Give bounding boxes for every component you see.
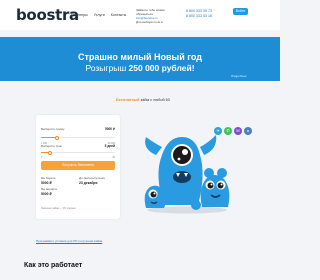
you-take-label: Вы берёте	[41, 176, 56, 180]
banner-subtitle-prefix: Розыгрыш	[85, 63, 127, 73]
how-it-works-title: Как это работает	[24, 262, 83, 269]
amount-value: 5000 ₽	[104, 127, 115, 131]
login-button[interactable]: Войти	[233, 8, 248, 15]
loan-calculator: Выберите сумму 5000 ₽ 1 000 30 000 Выбер…	[36, 115, 120, 219]
calculator-note: Значение займа — 0% годовых	[41, 207, 76, 210]
term-slider-handle[interactable]	[47, 150, 52, 155]
return-label: Вы вернёте	[41, 187, 58, 191]
return-value: 5000 ₽	[41, 192, 52, 196]
until-label: До (включительно)	[79, 176, 106, 180]
phone-list: 8 800 333 30 73 8 800 333 53 16	[186, 9, 212, 19]
small-monster	[200, 168, 230, 207]
banner-subtitle-amount: 250 000 рублей!	[128, 63, 195, 73]
divider	[0, 81, 280, 87]
contact-line: Займите тебе можно обращаться	[136, 8, 165, 16]
mascot-illustration	[144, 135, 230, 214]
contact-info: Займите тебе можно обращаться info@boost…	[136, 8, 180, 24]
banner-details-link[interactable]: Подробнее	[231, 74, 247, 78]
phone-link[interactable]: 8 800 333 53 16	[186, 14, 212, 19]
page: boostra Партнеры Услуги Контакты Займите…	[0, 0, 280, 280]
amount-slider-handle[interactable]	[55, 135, 60, 140]
term-label: Выберите срок	[41, 144, 62, 148]
header: boostra Партнеры Услуги Контакты Займите…	[0, 0, 280, 30]
promo-rest: займ с любой 60	[140, 98, 170, 102]
promo-highlight: Бесплатный	[116, 98, 140, 102]
terms-link[interactable]: Программа и условия для 0% получения зай…	[36, 239, 102, 243]
banner-title: Страшно милый Новый год	[78, 52, 202, 62]
promo-text: Бесплатный займ с любой 60	[116, 98, 170, 102]
amount-slider-track[interactable]	[41, 135, 115, 140]
term-slider-track[interactable]	[41, 150, 115, 155]
main-nav: Партнеры Услуги Контакты	[71, 13, 131, 17]
nav-item-services[interactable]: Услуги	[94, 13, 105, 17]
term-value: 5 дней	[104, 144, 115, 148]
logo[interactable]: boostra	[16, 6, 79, 24]
contact-line: Для выбора поля в	[136, 20, 163, 24]
banner-subtitle: Розыгрыш 250 000 рублей!	[0, 63, 280, 73]
term-max-tick: 30	[112, 156, 115, 159]
until-value: 23 декабря	[79, 181, 98, 185]
nav-item-partners[interactable]: Партнеры	[71, 13, 88, 17]
nav-item-contacts[interactable]: Контакты	[111, 13, 127, 17]
term-min-tick: 5	[41, 156, 43, 159]
amount-label: Выберите сумму	[41, 127, 65, 131]
you-take-value: 5000 ₽	[41, 181, 52, 185]
get-loan-button[interactable]: Получить бесплатно	[41, 161, 115, 170]
